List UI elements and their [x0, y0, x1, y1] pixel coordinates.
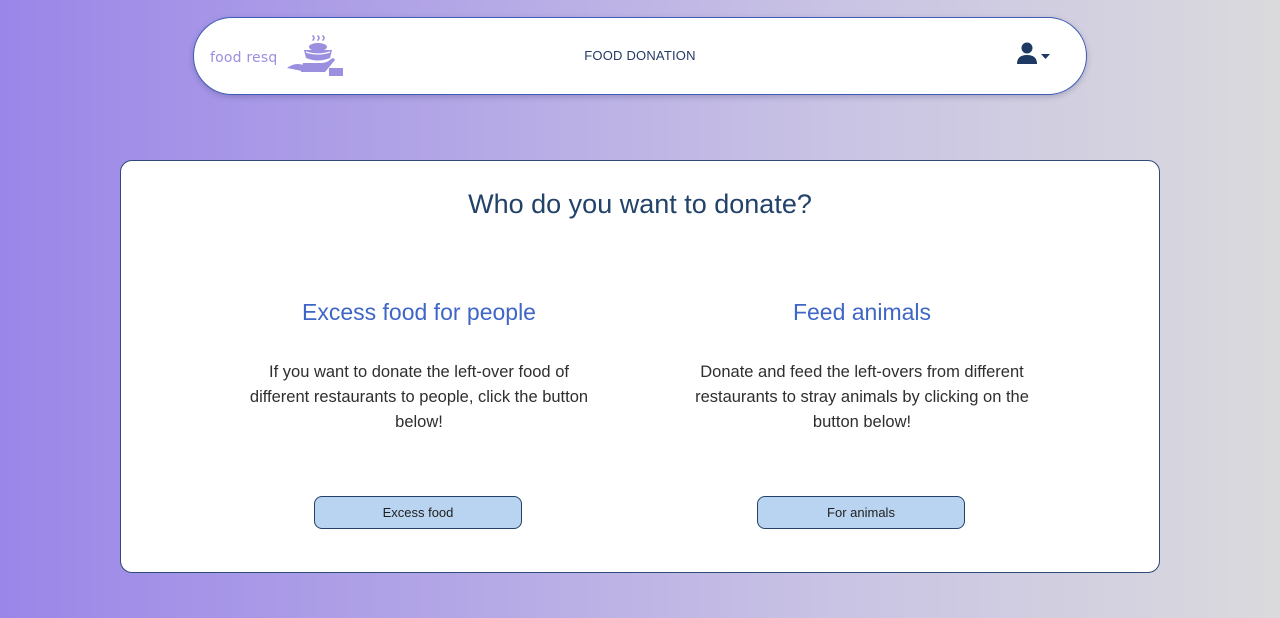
- card-heading: Who do you want to donate?: [468, 189, 812, 219]
- donation-card: Who do you want to donate? Excess food f…: [120, 160, 1160, 573]
- excess-food-button[interactable]: Excess food: [314, 496, 522, 529]
- for-animals-button[interactable]: For animals: [757, 496, 965, 529]
- caret-down-icon[interactable]: [1041, 47, 1050, 65]
- option-description: If you want to donate the left-over food…: [249, 363, 589, 431]
- user-menu[interactable]: [1017, 42, 1050, 69]
- option-description: Donate and feed the left-overs from diff…: [695, 363, 1029, 431]
- user-icon[interactable]: [1017, 42, 1037, 69]
- option-title: Feed animals: [792, 299, 932, 325]
- page-title: FOOD DONATION: [584, 48, 696, 63]
- option-animals: Feed animals Donate and feed the left-ov…: [682, 299, 1042, 435]
- option-people: Excess food for people If you want to do…: [239, 299, 599, 435]
- option-title: Excess food for people: [302, 299, 536, 325]
- navbar: food resq FOOD DONATION: [193, 17, 1087, 95]
